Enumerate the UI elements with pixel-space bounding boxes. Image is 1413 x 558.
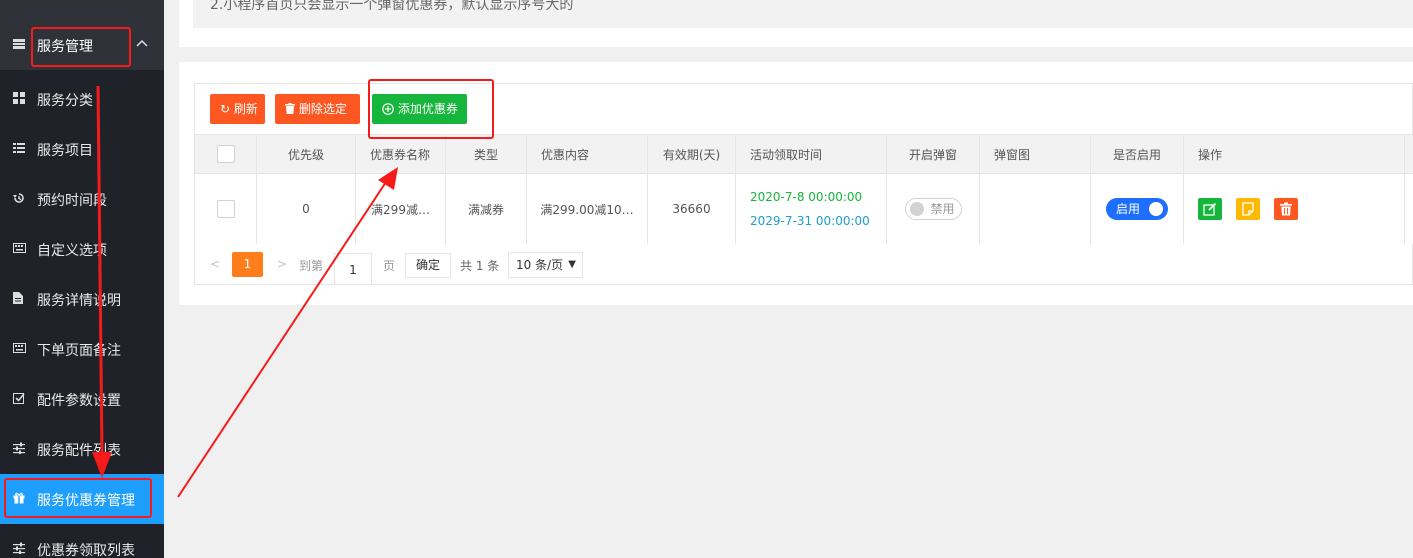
sidebar-item-coupon-management[interactable]: 服务优惠券管理 (0, 474, 164, 524)
add-coupon-label: 添加优惠券 (397, 102, 458, 116)
current-page[interactable]: 1 (232, 252, 263, 277)
claim-start-time: 2020-7-8 00:00:00 (750, 190, 863, 204)
cell-priority: 0 (256, 173, 356, 245)
sidebar-item-label: 服务详情说明 (37, 293, 121, 309)
gift-icon (13, 492, 25, 507)
note-icon[interactable] (1235, 198, 1260, 220)
pagination (194, 244, 1413, 285)
grid-icon (13, 92, 25, 107)
refresh-icon: ↻ (220, 102, 231, 116)
sidebar-item-coupon-claims[interactable]: 优惠券领取列表 (0, 524, 164, 558)
cell-validity: 36660 (647, 173, 736, 245)
table-header-row: 优先级 优惠券名称 类型 优惠内容 有效期(天) 活动领取时间 开启弹窗 弹窗图… (194, 134, 1413, 174)
sidebar-item-custom-options[interactable]: 自定义选项 (0, 224, 164, 274)
delete-selected-label: 删除选定 (298, 102, 347, 116)
column-header[interactable]: 优先级 (256, 134, 356, 174)
cell-popup-image (979, 173, 1091, 245)
list-icon (13, 142, 25, 157)
plus-circle-icon (382, 102, 398, 116)
cell-content: 满299.00减10… (526, 173, 648, 245)
column-header[interactable]: 优惠券名称 (355, 134, 446, 174)
sidebar-item-label: 优惠券领取列表 (37, 543, 135, 558)
sidebar-item-parts-list[interactable]: 服务配件列表 (0, 424, 164, 474)
enabled-toggle[interactable]: 启用 (1106, 198, 1168, 220)
next-page-button[interactable]: > (277, 257, 287, 271)
column-header-spacer (1404, 134, 1413, 174)
sidebar-item-time-slots[interactable]: 预约时间段 (0, 174, 164, 224)
list-icon (13, 38, 25, 54)
popup-toggle-label: 禁用 (930, 202, 955, 216)
column-header[interactable]: 有效期(天) (647, 134, 736, 174)
total-count: 共 1 条 (460, 259, 500, 273)
edit-icon[interactable] (1198, 198, 1222, 220)
sidebar-item-order-notes[interactable]: 下单页面备注 (0, 324, 164, 374)
sidebar-item-label: 自定义选项 (37, 243, 107, 259)
add-coupon-button[interactable]: 添加优惠券 (372, 94, 467, 124)
sliders-icon (13, 442, 25, 457)
column-header[interactable]: 弹窗图 (979, 134, 1091, 174)
column-header[interactable]: 优惠内容 (526, 134, 648, 174)
sidebar-item-label: 服务项目 (37, 143, 93, 159)
cell-enabled: 启用 (1090, 173, 1184, 245)
sidebar-item-label: 服务配件列表 (37, 443, 121, 459)
cell-spacer (1404, 173, 1413, 245)
row-checkbox[interactable] (194, 173, 257, 245)
keyboard-icon (13, 242, 26, 256)
cell-popup: 禁用 (886, 173, 980, 245)
refresh-label: 刷新 (233, 102, 258, 116)
column-header[interactable]: 是否启用 (1090, 134, 1184, 174)
select-all-checkbox[interactable] (194, 134, 257, 174)
sidebar-item-label: 服务分类 (37, 93, 93, 109)
sliders-icon (13, 542, 25, 557)
sidebar-item-label: 预约时间段 (37, 193, 107, 209)
cell-actions (1183, 173, 1405, 245)
sidebar-item-label: 下单页面备注 (37, 343, 121, 359)
keyboard-icon (13, 342, 26, 356)
page-number-input[interactable]: 1 (334, 253, 372, 285)
sidebar-parent-service-management[interactable]: 服务管理 (0, 0, 164, 70)
cell-type: 满减券 (445, 173, 527, 245)
prev-page-button[interactable]: < (210, 257, 220, 271)
delete-selected-button[interactable]: 删除选定 (275, 94, 360, 124)
confirm-page-button[interactable]: 确定 (405, 253, 451, 278)
column-header[interactable]: 类型 (445, 134, 527, 174)
sidebar-item-service-details[interactable]: 服务详情说明 (0, 274, 164, 324)
column-header[interactable]: 开启弹窗 (886, 134, 980, 174)
document-icon (13, 292, 23, 307)
page-size-value: 10 条/页 (516, 258, 564, 272)
refresh-button[interactable]: ↻ 刷新 (210, 94, 265, 124)
enabled-toggle-label: 启用 (1116, 202, 1141, 216)
notice-text: 2.小程序首页只会显示一个弹窗优惠券，默认显示序号大的 (210, 0, 574, 13)
column-header[interactable]: 操作 (1183, 134, 1405, 174)
cell-claim-time: 2020-7-8 00:00:00 2029-7-31 00:00:00 (735, 173, 887, 245)
delete-icon[interactable] (1273, 198, 1298, 220)
sidebar-item-label: 配件参数设置 (37, 393, 121, 409)
table-row: 0 满299减… 满减券 满299.00减10… 36660 2020-7-8 … (194, 173, 1413, 245)
page-unit-label: 页 (383, 259, 396, 273)
history-icon (13, 192, 25, 207)
sidebar: 服务管理 服务分类 服务项目 预约时间段 自定义选项 服务详情说明 下单页面备注… (0, 0, 164, 558)
trash-icon (285, 102, 299, 116)
sidebar-item-parts-settings[interactable]: 配件参数设置 (0, 374, 164, 424)
goto-label: 到第 (299, 259, 324, 273)
sidebar-item-service-items[interactable]: 服务项目 (0, 124, 164, 174)
popup-toggle[interactable]: 禁用 (904, 198, 962, 220)
page-size-select[interactable]: 10 条/页 ▼ (508, 252, 583, 278)
checkbox-icon (13, 392, 25, 407)
cell-coupon-name: 满299减… (355, 173, 446, 245)
column-header[interactable]: 活动领取时间 (735, 134, 887, 174)
sidebar-item-service-category[interactable]: 服务分类 (0, 74, 164, 124)
coupon-table: 优先级 优惠券名称 类型 优惠内容 有效期(天) 活动领取时间 开启弹窗 弹窗图… (194, 134, 1413, 245)
sidebar-item-label: 服务优惠券管理 (37, 493, 135, 509)
sidebar-parent-label: 服务管理 (37, 39, 93, 55)
chevron-up-icon (136, 36, 148, 50)
caret-down-icon: ▼ (568, 259, 576, 270)
claim-end-time: 2029-7-31 00:00:00 (750, 214, 870, 228)
